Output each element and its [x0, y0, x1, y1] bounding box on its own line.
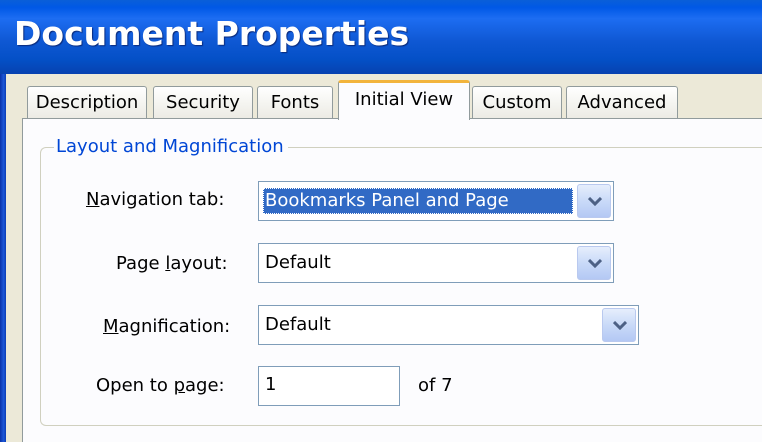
open-to-page-label: Open to page: [96, 374, 225, 398]
magnification-dropdown[interactable]: Default [258, 305, 639, 345]
magnification-label-rest: agnification: [118, 316, 231, 337]
title-bar[interactable]: Document Properties [0, 0, 762, 74]
tab-security[interactable]: Security [153, 86, 253, 118]
page-layout-value: Default [265, 252, 331, 273]
page-count-text: of 7 [418, 375, 453, 396]
magnification-value: Default [265, 314, 331, 335]
open-to-page-label-accel: p [173, 375, 186, 396]
group-legend: Layout and Magnification [54, 134, 288, 160]
magnification-label-accel: M [103, 316, 119, 337]
magnification-label: Magnification: [103, 315, 230, 339]
navigation-tab-label-rest: avigation tab: [99, 189, 225, 210]
page-layout-dropdown-button[interactable] [577, 246, 611, 280]
navigation-tab-label-accel: N [86, 189, 100, 210]
navigation-tab-dropdown-button[interactable] [577, 184, 611, 218]
open-to-page-label-post: age: [185, 375, 225, 396]
open-to-page-input[interactable]: 1 [258, 366, 400, 406]
open-to-page-label-pre: Open to [96, 375, 174, 396]
window-border-left [0, 74, 6, 442]
tab-initial-view[interactable]: Initial View [338, 80, 470, 120]
magnification-dropdown-button[interactable] [602, 308, 636, 342]
page-layout-label: Page layout: [116, 252, 228, 276]
tab-advanced[interactable]: Advanced [566, 86, 678, 118]
chevron-down-icon [613, 321, 627, 330]
chevron-down-icon [588, 197, 602, 206]
page-layout-dropdown[interactable]: Default [258, 243, 614, 283]
document-properties-window: Document Properties Description Security… [0, 0, 762, 442]
tab-description[interactable]: Description [27, 86, 147, 118]
page-layout-label-post: ayout: [170, 253, 228, 274]
navigation-tab-label: Navigation tab: [86, 188, 224, 212]
navigation-tab-value: Bookmarks Panel and Page [263, 188, 573, 214]
tab-fonts[interactable]: Fonts [257, 86, 333, 118]
navigation-tab-dropdown[interactable]: Bookmarks Panel and Page [258, 181, 614, 221]
page-layout-label-pre: Page [116, 253, 166, 274]
window-title: Document Properties [14, 14, 410, 53]
tab-custom[interactable]: Custom [472, 86, 562, 118]
chevron-down-icon [588, 259, 602, 268]
